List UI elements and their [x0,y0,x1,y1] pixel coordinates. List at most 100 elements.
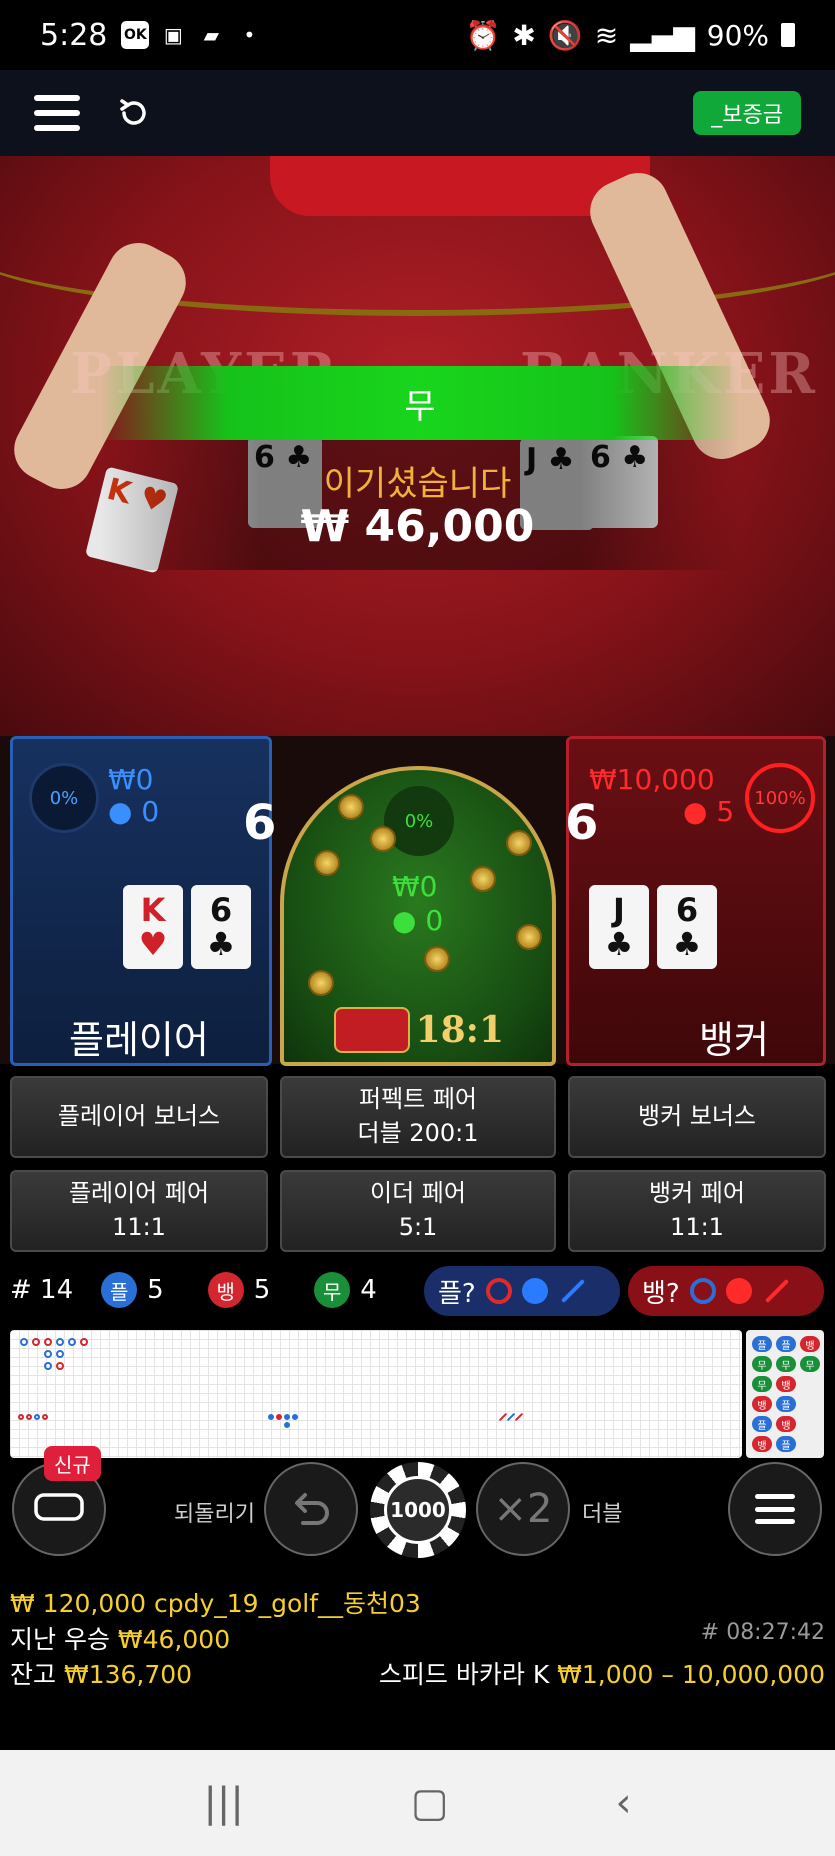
road-side-cell [800,1416,820,1432]
chip-value: 1000 [384,1476,452,1544]
bet-limits: ₩1,000 – 10,000,000 [557,1660,825,1689]
banker-label: 뱅커 [699,1018,769,1062]
road-mark [56,1338,64,1346]
road-map[interactable] [10,1330,742,1458]
tie-bet-spot[interactable]: 0% ₩0 ● 0 18:1 [280,766,556,1066]
deposit-button[interactable]: _보증금 [693,91,801,135]
tie-payout: 18:1 [334,1006,504,1054]
tie-badge: 무 [314,1272,351,1308]
road-slash [514,1412,524,1422]
club-icon: ♣ [604,925,634,963]
banker-bonus-button[interactable]: 뱅커 보너스 [568,1076,826,1158]
road-side-cell: 뱅 [776,1376,796,1392]
road-mark [80,1338,88,1346]
refresh-icon[interactable] [116,95,152,131]
player-card-1: K ♥ [123,885,183,969]
game-topbar: _보증금 [0,70,835,156]
dot-icon: • [243,23,256,47]
heart-icon: ♥ [138,925,168,963]
road-mark [34,1414,40,1420]
table-info: 스피드 바카라 K ₩1,000 – 10,000,000 [379,1655,825,1691]
tie-emblem-icon [334,1007,410,1053]
card-rank: J [613,891,625,929]
road-side-cell: 플 [752,1336,772,1352]
road-side-cell: 뱅 [776,1416,796,1432]
player-bet-spot[interactable]: 0% ₩0 ● 0 6 K ♥ 6 ♣ 플레이어 [10,736,276,1066]
wifi-icon: ≋ [594,18,619,52]
player-users-count: 0 [141,795,160,828]
banker-pair-button[interactable]: 뱅커 페어 11:1 [568,1170,826,1252]
banker-users-count: 5 [716,795,735,828]
tie-count: 4 [360,1275,377,1305]
player-card-2: 6 ♣ [191,885,251,969]
coin-decoration [506,830,532,856]
road-side-cell: 무 [776,1356,796,1372]
road-side-cell [800,1436,820,1452]
last-win-row: 지난 우승 ₩46,000 # 08:27:42 [10,1620,825,1656]
player-percent: 0% [29,763,99,833]
player-bonus-label: 플레이어 보너스 [57,1102,221,1131]
banker-percent: 100% [745,763,815,833]
user-icon: ● [108,795,133,828]
home-icon[interactable]: ▢ [411,1780,449,1826]
more-menu-button[interactable] [728,1462,822,1556]
mute-icon: 🔇 [547,18,583,52]
player-bonus-button[interactable]: 플레이어 보너스 [10,1076,268,1158]
new-badge: 신규 [44,1446,101,1481]
coin-decoration [470,866,496,892]
banker-ask-button[interactable]: 뱅? [628,1266,824,1316]
alarm-icon: ⏰ [465,18,501,52]
status-bar: 5:28 OK ▣ ▰ • ⏰ ✱ 🔇 ≋ ▂▄▆ 90% [0,0,835,70]
road-side-cell: 뱅 [752,1396,772,1412]
chip-selector[interactable]: 1000 [370,1462,466,1558]
player-pair-button[interactable]: 플레이어 페어 11:1 [10,1170,268,1252]
double-button[interactable]: ×2 [476,1462,570,1556]
battery-icon [781,23,795,47]
menu-icon[interactable] [34,95,80,131]
road-mark [56,1362,64,1370]
round-number: # 14 [10,1275,74,1305]
road-side-cell: 뱅 [752,1436,772,1452]
player-count: 5 [147,1275,164,1305]
player-ask-label: 플? [438,1278,476,1309]
betting-table: 0% ₩0 ● 0 6 K ♥ 6 ♣ 플레이어 0% ₩0 ● 0 18:1 … [0,736,835,1066]
banker-amount: ₩10,000 [589,763,715,796]
banker-pair-odds: 11:1 [670,1213,724,1241]
card-rank: 6 [675,891,699,929]
road-mark [20,1338,28,1346]
live-video: PLAYER BANKER K ♥ 6 ♣ J ♣ 6 ♣ 무 이기셨습니다 ₩… [0,156,835,736]
banker-bet-spot[interactable]: ₩10,000 ● 5 100% 6 J ♣ 6 ♣ 뱅커 [565,736,826,1066]
either-pair-button[interactable]: 이더 페어 5:1 [280,1170,556,1252]
win-message: 이기셨습니다 [323,464,512,504]
coin-decoration [516,924,542,950]
system-nav-bar: ||| ▢ ‹ [0,1750,835,1856]
chat-bubble-icon [34,1493,84,1521]
banker-percent-text: 100% [754,787,806,809]
road-mark [32,1338,40,1346]
coin-decoration [338,794,364,820]
last-win-label: 지난 우승 [10,1625,110,1654]
bluetooth-icon: ✱ [512,18,536,52]
either-pair-label: 이더 페어 [370,1179,466,1208]
ring-icon [689,1278,716,1304]
perfect-pair-button[interactable]: 퍼펙트 페어 더블 200:1 [280,1076,556,1158]
player-percent-text: 0% [49,787,79,809]
player-score: 6 [243,795,277,851]
road-mark [284,1422,290,1428]
player-pair-label: 플레이어 페어 [68,1179,210,1208]
balance-amount: ₩136,700 [63,1660,193,1689]
recent-apps-icon[interactable]: ||| [203,1780,243,1826]
player-ask-button[interactable]: 플? [424,1266,620,1316]
dot-icon [725,1278,752,1304]
road-mark [56,1350,64,1358]
player-badge: 플 [101,1272,138,1308]
road-side-cell: 무 [800,1356,820,1372]
tie-percent-text: 0% [404,810,434,832]
back-icon[interactable]: ‹ [616,1780,632,1826]
banker-card-2: 6 ♣ [657,885,717,969]
coin-decoration [370,826,396,852]
last-win-amount: ₩46,000 [117,1625,231,1654]
road-side-cell: 뱅 [800,1336,820,1352]
road-mark [18,1414,24,1420]
undo-button[interactable] [264,1462,358,1556]
